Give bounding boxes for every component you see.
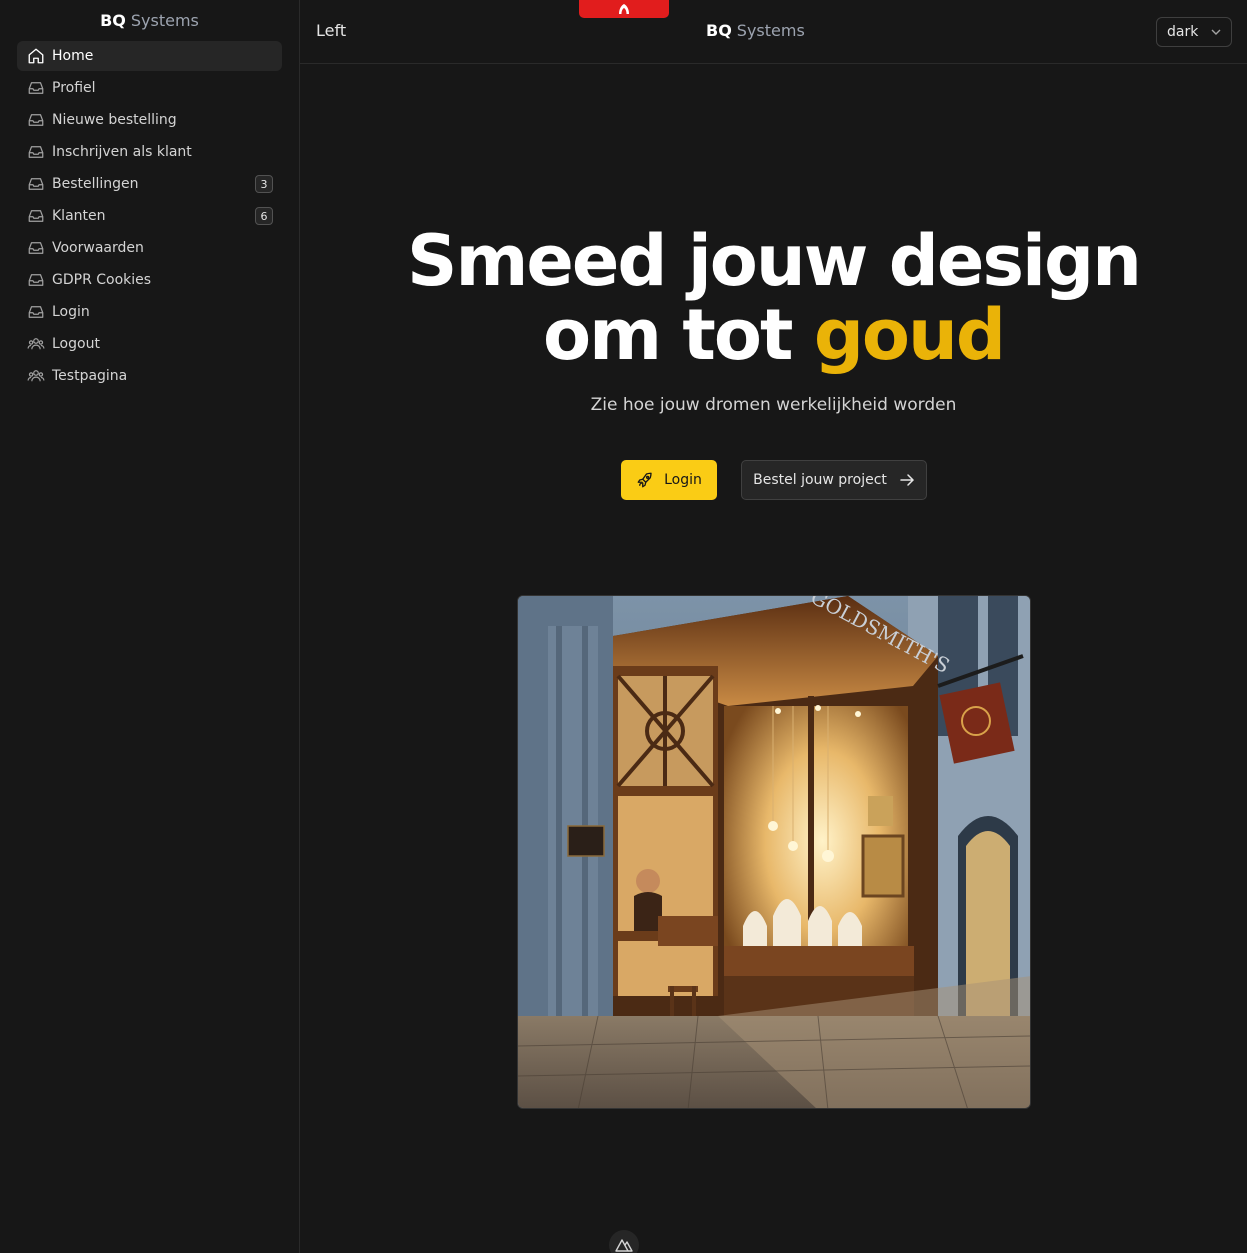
count-badge: 3 [255, 175, 273, 193]
sidebar-item-profiel[interactable]: Profiel [17, 73, 282, 103]
order-button-label: Bestel jouw project [753, 472, 887, 488]
hero-title-accent: goud [813, 294, 1006, 376]
sidebar-item-nieuwe-bestelling[interactable]: Nieuwe bestelling [17, 105, 282, 135]
inbox-icon [27, 111, 45, 129]
chevron-down-icon [1211, 29, 1221, 35]
sidebar-item-login[interactable]: Login [17, 297, 282, 327]
inbox-icon [27, 79, 45, 97]
sidebar-item-testpagina[interactable]: Testpagina [17, 361, 282, 391]
hero-image-goldsmith-shop: GOLDSMITH'S [517, 595, 1031, 1109]
goldsmith-shop-illustration: GOLDSMITH'S [518, 596, 1030, 1108]
hero-title: Smeed jouw design om tot goud [300, 224, 1247, 372]
sidebar-item-voorwaarden[interactable]: Voorwaarden [17, 233, 282, 263]
inbox-icon [27, 143, 45, 161]
inbox-icon [27, 271, 45, 289]
sidebar-item-logout[interactable]: Logout [17, 329, 282, 359]
hero-title-line1: Smeed jouw design [407, 220, 1142, 302]
sidebar-item-label: Nieuwe bestelling [52, 112, 177, 128]
sidebar-item-label: Login [52, 304, 90, 320]
sidebar-item-label: Inschrijven als klant [52, 144, 192, 160]
brand-rest: Systems [130, 10, 199, 30]
login-button[interactable]: Login [621, 460, 717, 500]
rocket-icon [637, 472, 652, 488]
hero-subtitle: Zie hoe jouw dromen werkelijkheid worden [590, 395, 957, 415]
users-icon [27, 335, 45, 353]
top-header: Left BQ Systems dark [300, 0, 1247, 64]
sidebar-item-label: Home [52, 48, 94, 64]
sidebar-item-label: Testpagina [52, 368, 128, 384]
arrow-right-icon [900, 474, 914, 486]
header-brand[interactable]: BQ Systems [706, 21, 805, 40]
inbox-icon [27, 239, 45, 257]
theme-select-value: dark [1167, 24, 1199, 40]
sidebar-item-label: Logout [52, 336, 100, 352]
inbox-icon [27, 303, 45, 321]
framework-logo[interactable] [609, 1230, 639, 1253]
inbox-icon [27, 175, 45, 193]
sidebar-item-gdpr-cookies[interactable]: GDPR Cookies [17, 265, 282, 295]
sidebar-item-inschrijven[interactable]: Inschrijven als klant [17, 137, 282, 167]
sidebar-item-label: GDPR Cookies [52, 272, 152, 288]
sidebar-item-label: Profiel [52, 80, 96, 96]
sidebar-item-label: Voorwaarden [52, 240, 144, 256]
sidebar-item-bestellingen[interactable]: Bestellingen 3 [17, 169, 282, 199]
header-left-label[interactable]: Left [316, 21, 346, 40]
theme-select[interactable]: dark [1156, 17, 1232, 47]
sidebar: BQ Systems Home Profiel Nieuwe bestellin… [0, 0, 300, 1253]
count-badge: 6 [255, 207, 273, 225]
sidebar-item-klanten[interactable]: Klanten 6 [17, 201, 282, 231]
brand-bold: BQ [100, 10, 126, 30]
sidebar-nav: Home Profiel Nieuwe bestelling Inschrijv… [0, 40, 299, 391]
login-button-label: Login [664, 472, 702, 488]
order-project-button[interactable]: Bestel jouw project [741, 460, 927, 500]
sidebar-item-label: Klanten [52, 208, 106, 224]
users-icon [27, 367, 45, 385]
sidebar-item-home[interactable]: Home [17, 41, 282, 71]
brand-rest: Systems [736, 21, 805, 40]
inbox-icon [27, 207, 45, 225]
sidebar-item-label: Bestellingen [52, 176, 139, 192]
hero-title-line2: om tot [543, 294, 793, 376]
devtools-tab[interactable] [579, 0, 669, 18]
home-icon [27, 47, 45, 65]
sidebar-brand[interactable]: BQ Systems [0, 0, 299, 40]
brand-bold: BQ [706, 21, 732, 40]
nuxt-icon [615, 1239, 633, 1252]
flame-icon [619, 4, 629, 14]
